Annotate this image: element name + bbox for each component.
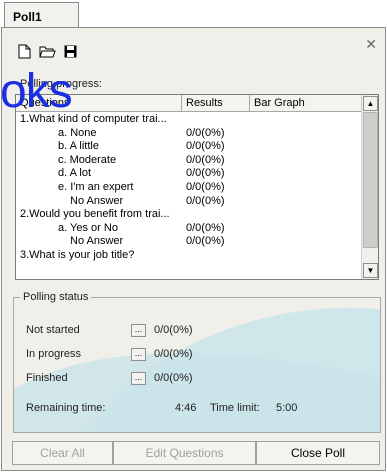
list-item[interactable]: b. A little 0/0(0%) bbox=[16, 140, 361, 154]
finished-value: 0/0(0%) bbox=[154, 372, 193, 384]
polling-status-title: Polling status bbox=[20, 291, 92, 303]
list-item[interactable]: d. A lot 0/0(0%) bbox=[16, 167, 361, 181]
result-value: 0/0(0%) bbox=[186, 235, 225, 248]
list-item[interactable]: a. Yes or No 0/0(0%) bbox=[16, 222, 361, 236]
not-started-details-button[interactable]: ... bbox=[131, 324, 146, 337]
question-text: 2.Would you benefit from trai... bbox=[20, 208, 170, 221]
result-value: 0/0(0%) bbox=[186, 221, 225, 234]
polling-progress-label: Polling progress: bbox=[20, 78, 102, 90]
list-header: Questions Results Bar Graph bbox=[16, 95, 361, 112]
finished-label: Finished bbox=[26, 372, 68, 384]
toolbar bbox=[16, 43, 79, 63]
list-item[interactable]: No Answer 0/0(0%) bbox=[16, 195, 361, 209]
result-value: 0/0(0%) bbox=[186, 167, 225, 180]
column-results[interactable]: Results bbox=[182, 95, 250, 112]
polling-status-group: Not started ... 0/0(0%) In progress ... … bbox=[13, 297, 381, 433]
edit-questions-button[interactable]: Edit Questions bbox=[113, 441, 256, 465]
list-item[interactable]: e. I'm an expert 0/0(0%) bbox=[16, 181, 361, 195]
list-item[interactable]: a. None 0/0(0%) bbox=[16, 127, 361, 141]
not-started-value: 0/0(0%) bbox=[154, 324, 193, 336]
list-item[interactable]: No Answer 0/0(0%) bbox=[16, 235, 361, 249]
list-item[interactable]: 2.Would you benefit from trai... bbox=[16, 208, 361, 222]
result-value: 0/0(0%) bbox=[186, 180, 225, 193]
finished-details-button[interactable]: ... bbox=[131, 372, 146, 385]
remaining-time-value: 4:46 bbox=[175, 402, 197, 414]
result-value: 0/0(0%) bbox=[186, 153, 225, 166]
tab-strip: Poll1 bbox=[0, 0, 387, 28]
time-limit-value: 5:00 bbox=[276, 402, 298, 414]
column-bar-graph[interactable]: Bar Graph bbox=[250, 95, 363, 112]
list-rows: 1.What kind of computer trai... a. None 0… bbox=[16, 113, 361, 263]
remaining-time-label: Remaining time: bbox=[26, 402, 106, 414]
save-icon[interactable] bbox=[62, 43, 79, 60]
open-folder-icon[interactable] bbox=[39, 43, 56, 60]
result-value: 0/0(0%) bbox=[186, 140, 225, 153]
scroll-up-arrow-icon[interactable]: ▲ bbox=[363, 96, 378, 111]
column-questions[interactable]: Questions bbox=[16, 95, 182, 112]
poll-results-list[interactable]: Questions Results Bar Graph 1.What kind … bbox=[15, 94, 379, 280]
list-item[interactable]: c. Moderate 0/0(0%) bbox=[16, 154, 361, 168]
vertical-scrollbar[interactable]: ▲ ▼ bbox=[361, 95, 378, 279]
close-poll-button[interactable]: Close Poll bbox=[256, 441, 380, 465]
list-item[interactable]: 1.What kind of computer trai... bbox=[16, 113, 361, 127]
close-icon[interactable]: ✕ bbox=[365, 37, 377, 53]
scrollbar-thumb[interactable] bbox=[363, 112, 378, 248]
time-limit-label: Time limit: bbox=[210, 402, 260, 414]
question-text: 1.What kind of computer trai... bbox=[20, 113, 167, 125]
scroll-down-arrow-icon[interactable]: ▼ bbox=[363, 263, 378, 278]
question-text: 3.What is your job title? bbox=[20, 248, 135, 261]
clear-all-button[interactable]: Clear All bbox=[12, 441, 113, 465]
result-value: 0/0(0%) bbox=[186, 194, 225, 207]
in-progress-label: In progress bbox=[26, 348, 82, 360]
list-item[interactable]: 3.What is your job title? bbox=[16, 249, 361, 263]
new-document-icon[interactable] bbox=[16, 43, 33, 60]
result-value: 0/0(0%) bbox=[186, 126, 225, 139]
tab-poll1[interactable]: Poll1 bbox=[4, 2, 79, 28]
in-progress-value: 0/0(0%) bbox=[154, 348, 193, 360]
in-progress-details-button[interactable]: ... bbox=[131, 348, 146, 361]
not-started-label: Not started bbox=[26, 324, 80, 336]
